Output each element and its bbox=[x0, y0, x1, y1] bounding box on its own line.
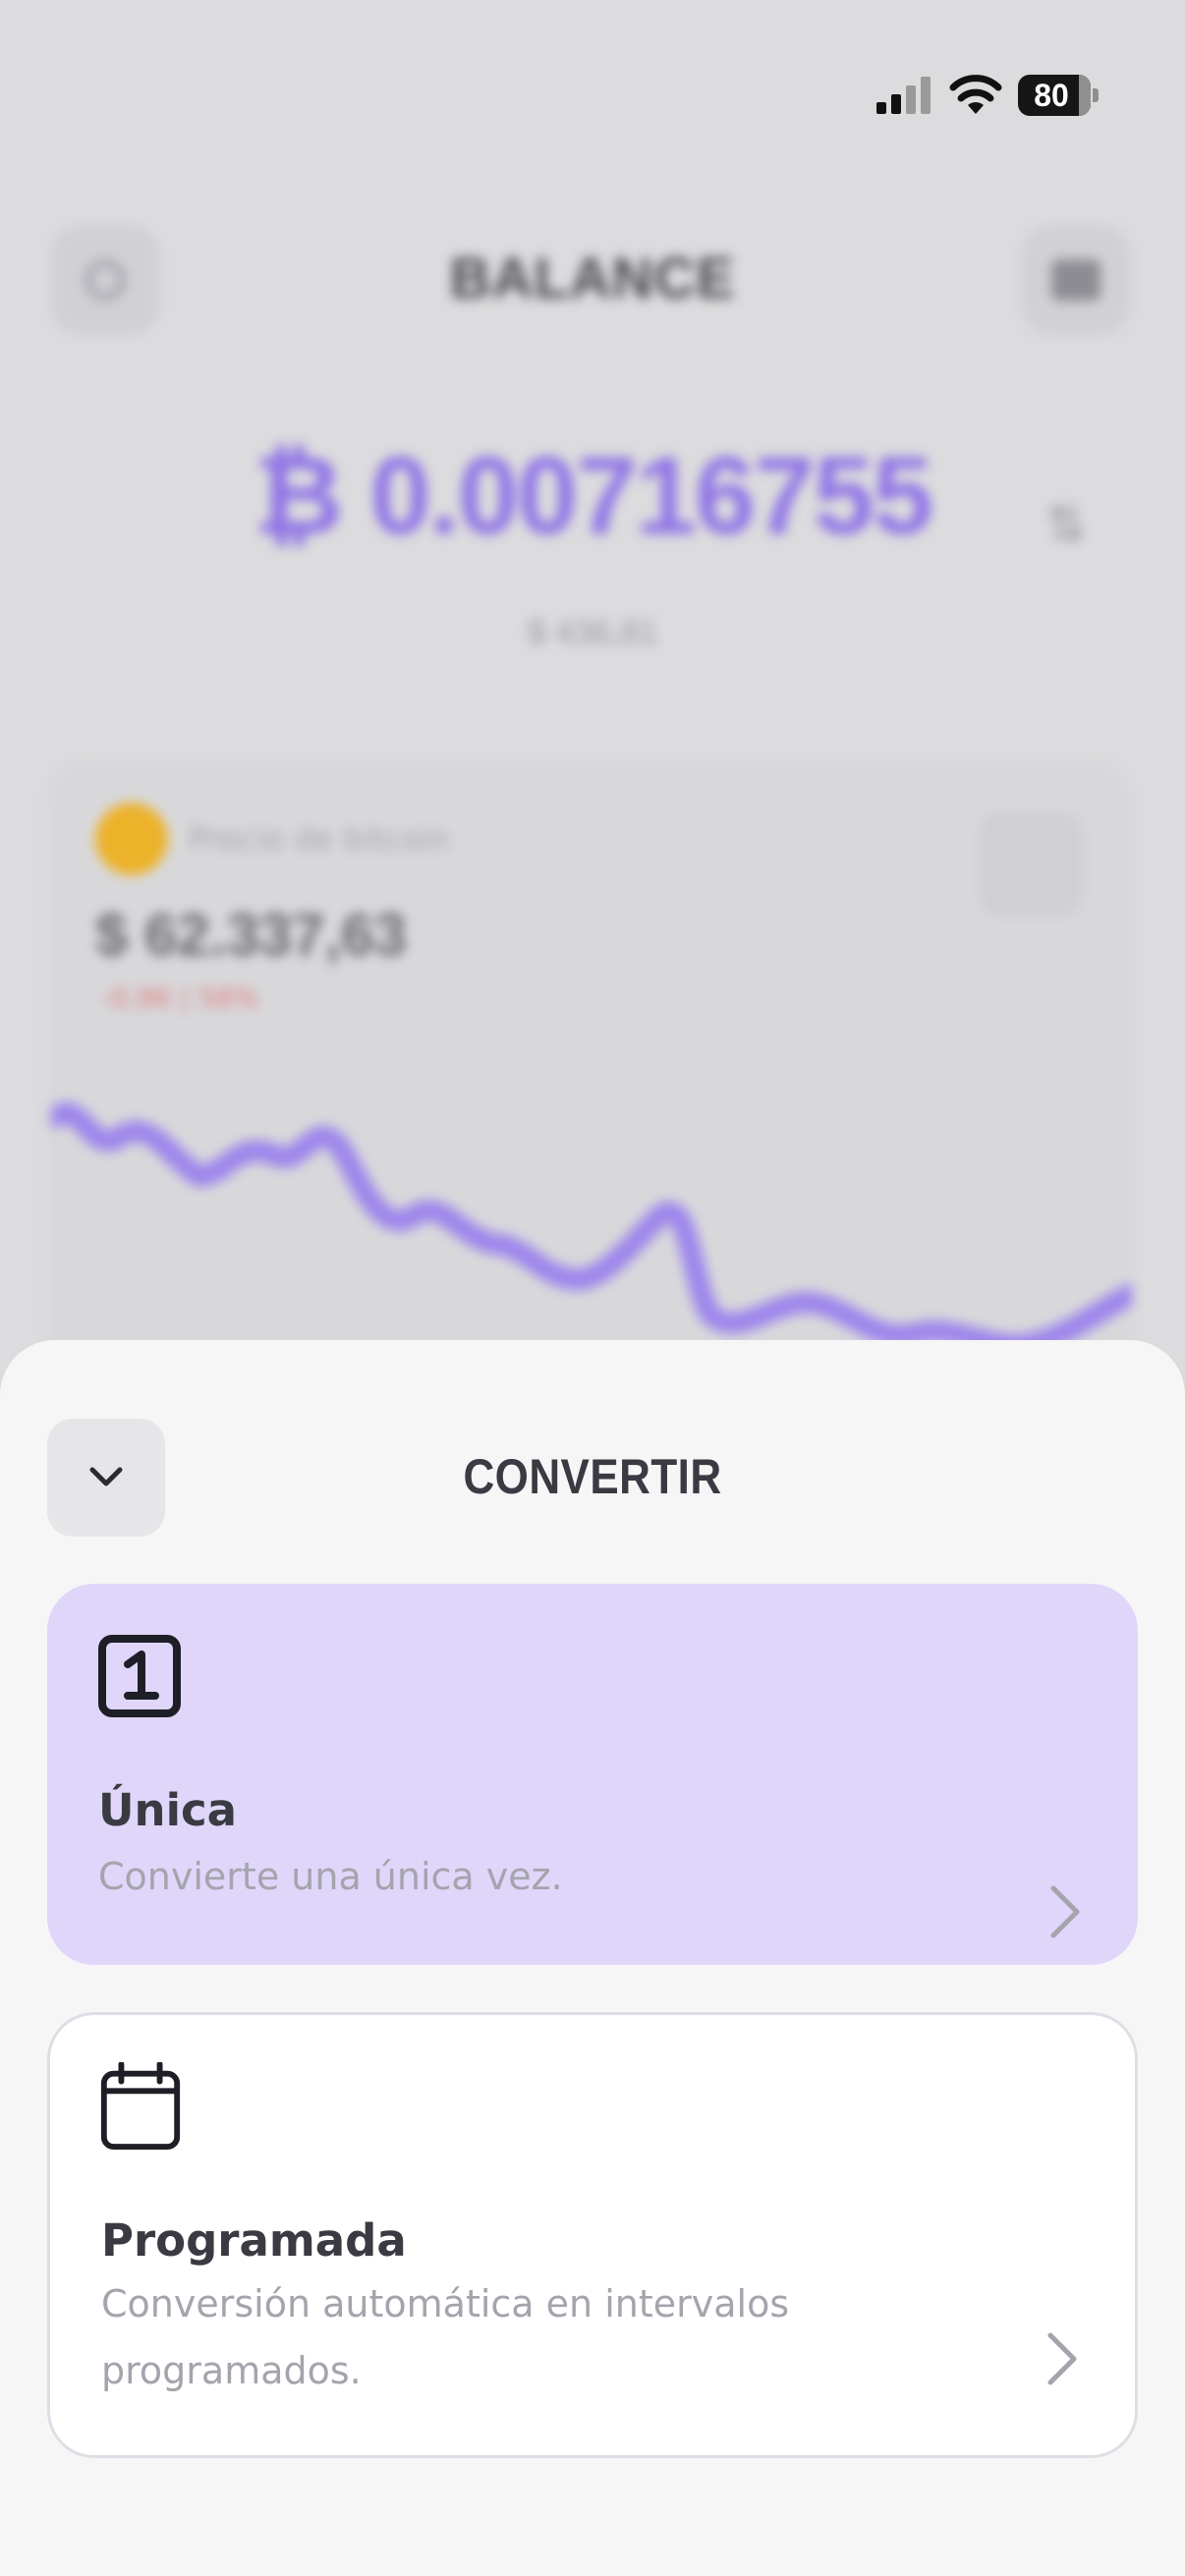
wifi-icon bbox=[949, 75, 1002, 114]
swap-icon: ⇅ bbox=[1045, 496, 1087, 553]
cellular-signal-icon bbox=[876, 77, 931, 114]
number-one-square-icon bbox=[98, 1635, 181, 1717]
chevron-right-icon bbox=[1050, 1885, 1080, 1938]
battery-level: 80 bbox=[1034, 78, 1069, 113]
option-scheduled-title: Programada bbox=[101, 2214, 407, 2267]
background-title: BALANCE bbox=[449, 247, 736, 310]
wallet-button bbox=[1022, 226, 1130, 334]
option-once-description: Convierte una única vez. bbox=[98, 1855, 563, 1898]
option-once-card[interactable]: Única Convierte una única vez. bbox=[47, 1584, 1138, 1965]
battery-icon: 80 bbox=[1018, 75, 1099, 116]
screen: 80 BALANCE ₿ 0.00716755 ⇅ $ 436,81 Preci… bbox=[0, 0, 1185, 2576]
chevron-right-icon bbox=[1047, 2332, 1077, 2385]
balance-amount: ₿ 0.00716755 bbox=[253, 434, 933, 557]
convert-sheet: CONVERTIR Única Convierte una única vez.… bbox=[0, 1340, 1185, 2576]
background-screen: BALANCE ₿ 0.00716755 ⇅ $ 436,81 Precio d… bbox=[0, 196, 1185, 1646]
option-once-title: Única bbox=[98, 1784, 238, 1836]
sheet-title: CONVERTIR bbox=[463, 1449, 722, 1504]
option-scheduled-description: Conversión automática en intervalos prog… bbox=[101, 2282, 790, 2392]
calendar-icon bbox=[100, 2062, 181, 2151]
balance-fiat: $ 436,81 bbox=[527, 614, 658, 651]
wallet-icon bbox=[1051, 259, 1100, 301]
status-bar: 80 bbox=[0, 0, 1185, 196]
option-scheduled-card[interactable]: Programada Conversión automática en inte… bbox=[47, 2012, 1138, 2458]
